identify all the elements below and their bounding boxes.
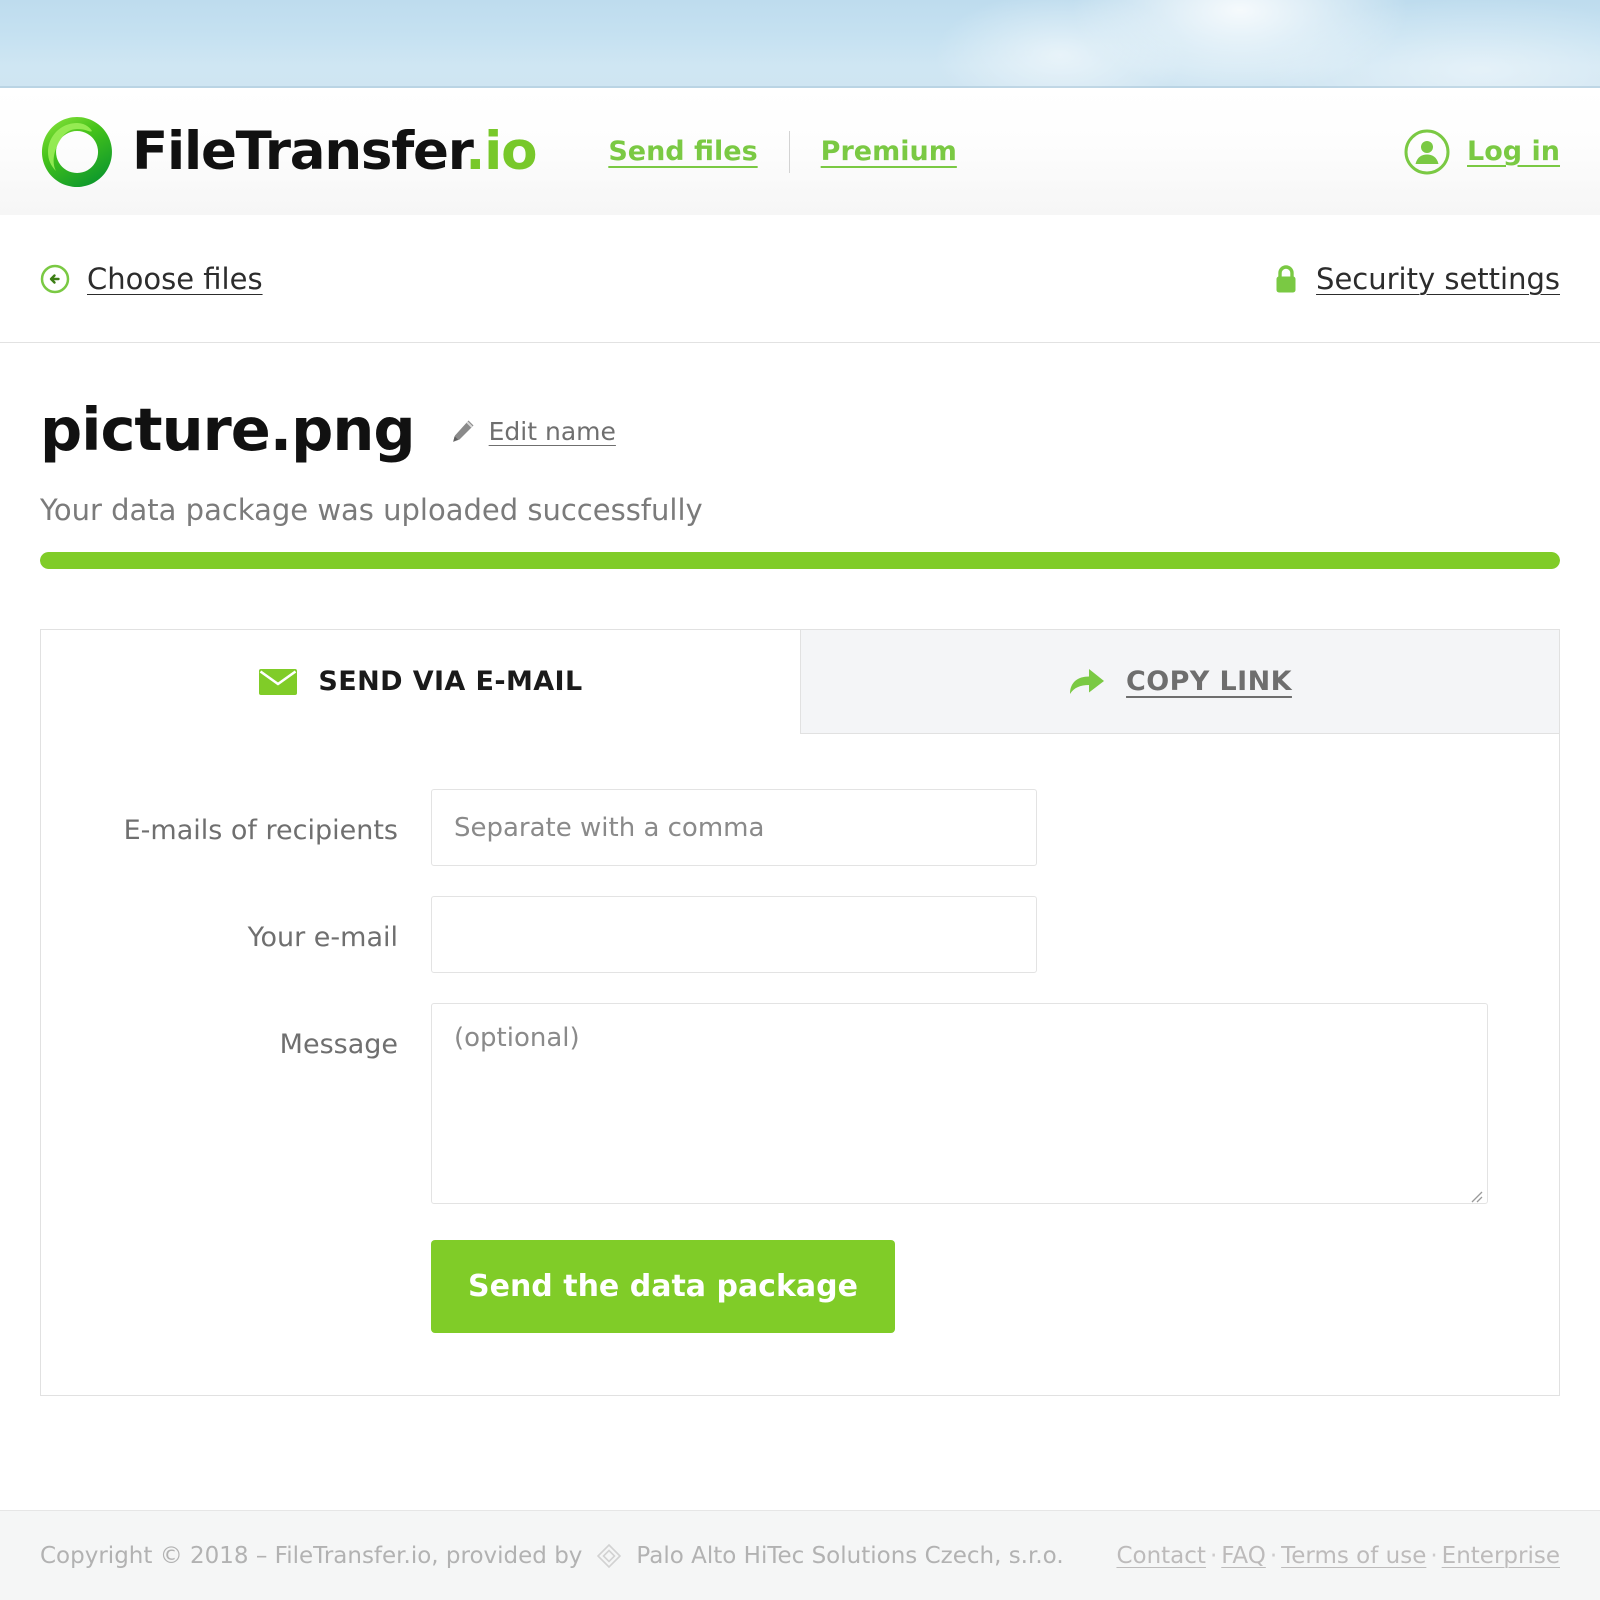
message-field-wrapper xyxy=(431,1003,1488,1208)
sub-header-bar: Choose files Security settings xyxy=(0,215,1600,343)
footer-link-faq[interactable]: FAQ xyxy=(1221,1543,1266,1569)
share-card: SEND VIA E-MAIL COPY LINK E-mails of rec… xyxy=(40,629,1560,1396)
edit-name-label: Edit name xyxy=(488,416,616,446)
message-textarea[interactable] xyxy=(431,1003,1488,1204)
edit-name-link[interactable]: Edit name xyxy=(449,417,616,446)
nav-link-send-files[interactable]: Send files xyxy=(608,136,757,167)
footer-link-enterprise[interactable]: Enterprise xyxy=(1442,1543,1560,1569)
choose-files-link[interactable]: Choose files xyxy=(40,262,263,296)
your-email-input[interactable] xyxy=(431,896,1037,973)
pencil-icon xyxy=(452,420,474,442)
login-group[interactable]: Log in xyxy=(1403,128,1560,176)
footer-copyright-group: Copyright © 2018 – FileTransfer.io, prov… xyxy=(40,1542,1064,1570)
footer-link-contact[interactable]: Contact xyxy=(1116,1543,1205,1569)
footer-link-terms[interactable]: Terms of use xyxy=(1281,1543,1426,1569)
footer-partner-text: Palo Alto HiTec Solutions Czech, s.r.o. xyxy=(636,1542,1064,1569)
recipients-label: E-mails of recipients xyxy=(123,815,398,846)
footer-sep-3: · xyxy=(1430,1542,1438,1569)
send-data-package-button[interactable]: Send the data package xyxy=(431,1240,895,1333)
file-title-row: picture.png Edit name xyxy=(40,343,1560,459)
sky-banner-image xyxy=(0,0,1600,88)
brand-wordmark: FileTransfer.io xyxy=(132,125,538,178)
tab-copy-link-label: COPY LINK xyxy=(1126,666,1292,697)
share-arrow-icon xyxy=(1070,668,1105,694)
primary-nav: Send files Premium xyxy=(608,130,957,173)
submit-spacer xyxy=(83,1240,431,1333)
your-email-label: Your e-mail xyxy=(247,922,398,953)
circle-back-arrow-icon xyxy=(40,264,70,293)
footer-sep-2: · xyxy=(1269,1542,1278,1569)
nav-divider xyxy=(788,130,790,173)
page-root: FileTransfer.io Send files Premium Log i… xyxy=(0,0,1600,1600)
upload-status-text: Your data package was uploaded successfu… xyxy=(40,493,703,527)
message-label: Message xyxy=(279,1029,398,1060)
user-circle-icon xyxy=(1404,129,1450,174)
page-title: picture.png xyxy=(40,395,416,464)
site-header: FileTransfer.io Send files Premium Log i… xyxy=(0,88,1600,215)
share-tabs: SEND VIA E-MAIL COPY LINK xyxy=(41,630,1559,734)
brand-suffix-text: .io xyxy=(465,121,537,182)
tab-send-via-email[interactable]: SEND VIA E-MAIL xyxy=(41,630,800,734)
recipients-input[interactable] xyxy=(431,789,1037,866)
footer-sep-1: · xyxy=(1209,1542,1218,1569)
upload-progress-bar xyxy=(40,552,1560,569)
upload-progress-fill xyxy=(40,552,1560,569)
login-link[interactable]: Log in xyxy=(1467,136,1560,167)
envelope-icon xyxy=(259,668,298,695)
form-row-your-email: Your e-mail xyxy=(83,896,1517,973)
form-row-recipients: E-mails of recipients xyxy=(83,789,1517,866)
brand-name-text: FileTransfer xyxy=(132,121,466,182)
security-settings-link[interactable]: Security settings xyxy=(1273,262,1560,296)
security-settings-label: Security settings xyxy=(1316,261,1560,296)
tab-copy-link[interactable]: COPY LINK xyxy=(800,630,1559,733)
footer-copyright-text: Copyright © 2018 – FileTransfer.io, prov… xyxy=(40,1542,583,1569)
diamond-logo-icon xyxy=(597,1543,622,1568)
filetransfer-ring-logo-icon xyxy=(41,116,112,187)
tab-send-via-email-label: SEND VIA E-MAIL xyxy=(318,666,583,697)
choose-files-label: Choose files xyxy=(87,261,263,296)
lock-icon xyxy=(1276,264,1296,292)
form-row-submit: Send the data package xyxy=(83,1240,1517,1333)
site-footer: Copyright © 2018 – FileTransfer.io, prov… xyxy=(0,1510,1600,1600)
main-content: picture.png Edit name Your data package … xyxy=(0,343,1600,1510)
email-share-form: E-mails of recipients Your e-mail Messag… xyxy=(41,734,1559,1395)
nav-link-premium[interactable]: Premium xyxy=(821,136,957,167)
brand-logo-group[interactable]: FileTransfer.io xyxy=(40,115,538,189)
footer-links: Contact · FAQ · Terms of use · Enterprise xyxy=(1116,1543,1560,1569)
form-row-message: Message xyxy=(83,1003,1517,1208)
